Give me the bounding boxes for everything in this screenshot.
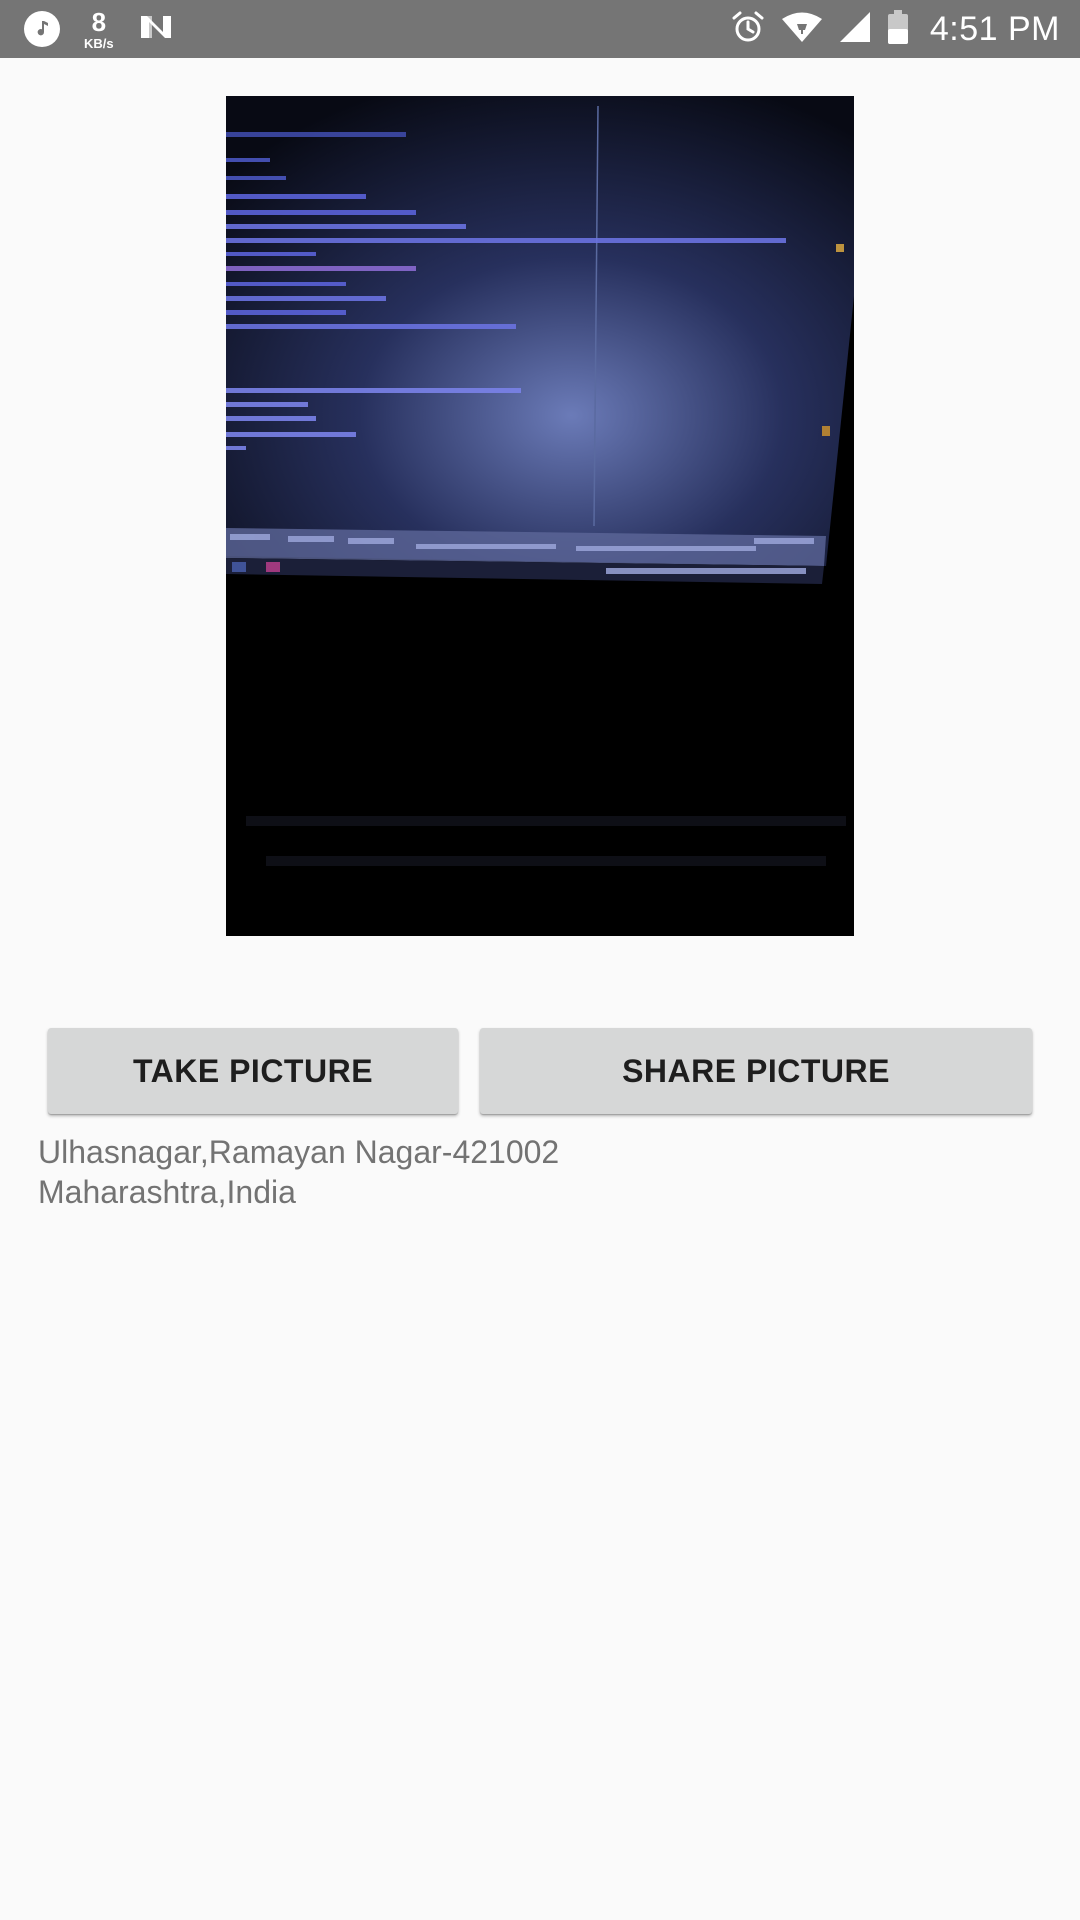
battery-icon bbox=[886, 9, 910, 50]
share-picture-button[interactable]: SHARE PICTURE bbox=[480, 1028, 1032, 1114]
address-line-1: Ulhasnagar,Ramayan Nagar-421002 bbox=[38, 1134, 560, 1170]
n-icon bbox=[138, 12, 176, 47]
location-address: Ulhasnagar,Ramayan Nagar-421002 Maharash… bbox=[38, 1132, 559, 1212]
status-time: 4:51 PM bbox=[929, 9, 1060, 48]
captured-photo bbox=[226, 96, 854, 936]
alarm-icon bbox=[730, 9, 766, 50]
take-picture-button[interactable]: TAKE PICTURE bbox=[48, 1028, 458, 1114]
address-line-2: Maharashtra,India bbox=[38, 1174, 296, 1210]
network-speed: 8 KB/s bbox=[84, 9, 114, 50]
status-bar: 8 KB/s 4:51 PM bbox=[0, 0, 1080, 58]
signal-icon bbox=[838, 10, 872, 49]
wifi-icon bbox=[780, 10, 824, 49]
music-icon bbox=[24, 11, 60, 47]
network-speed-value: 8 bbox=[91, 6, 107, 37]
network-speed-unit: KB/s bbox=[84, 35, 114, 51]
status-bar-left: 8 KB/s bbox=[24, 0, 176, 58]
status-bar-right: 4:51 PM bbox=[730, 0, 1060, 58]
